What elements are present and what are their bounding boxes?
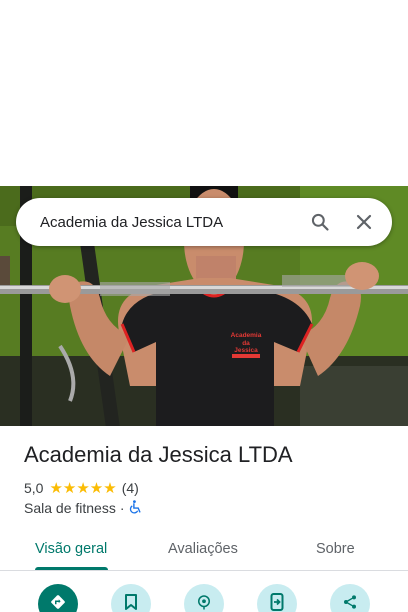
send-to-phone-icon [270, 592, 284, 612]
review-count[interactable]: (4) [122, 480, 139, 496]
nearby-icon [195, 593, 213, 612]
wheelchair-icon [129, 499, 142, 517]
active-tab-indicator [35, 567, 108, 570]
search-icon[interactable] [298, 200, 342, 244]
bookmark-icon [124, 593, 138, 612]
shirt-print-line-3: Jessica [234, 347, 258, 354]
close-icon[interactable] [342, 200, 386, 244]
rating-value: 5,0 [24, 480, 44, 496]
map-blank-area [0, 0, 408, 186]
directions-button[interactable] [38, 584, 78, 612]
nearby-button[interactable] [184, 584, 224, 612]
search-input[interactable]: Academia da Jessica LTDA [16, 214, 298, 231]
place-category: Sala de fitness [24, 500, 116, 516]
search-bar[interactable]: Academia da Jessica LTDA [16, 198, 392, 246]
shirt-print-line-1: Academia [231, 332, 262, 339]
separator: · [119, 500, 125, 516]
place-tabs: Visão geral Avaliações Sobre [0, 527, 408, 571]
share-icon [342, 594, 358, 612]
star-rating: ★★★★★ [49, 481, 116, 496]
shirt-print-line-2: da [242, 340, 250, 347]
action-buttons [0, 584, 408, 612]
category-row: Sala de fitness · [24, 499, 142, 517]
place-title: Academia da Jessica LTDA [24, 442, 293, 467]
directions-icon [49, 593, 67, 612]
tab-reviews[interactable]: Avaliações [168, 527, 238, 570]
tab-about[interactable]: Sobre [316, 527, 355, 570]
tab-overview[interactable]: Visão geral [35, 527, 107, 570]
rating-row[interactable]: 5,0 ★★★★★ (4) [24, 479, 139, 497]
stars-glyphs: ★★★★★ [49, 479, 117, 497]
share-button[interactable] [330, 584, 370, 612]
send-to-phone-button[interactable] [257, 584, 297, 612]
save-button[interactable] [111, 584, 151, 612]
